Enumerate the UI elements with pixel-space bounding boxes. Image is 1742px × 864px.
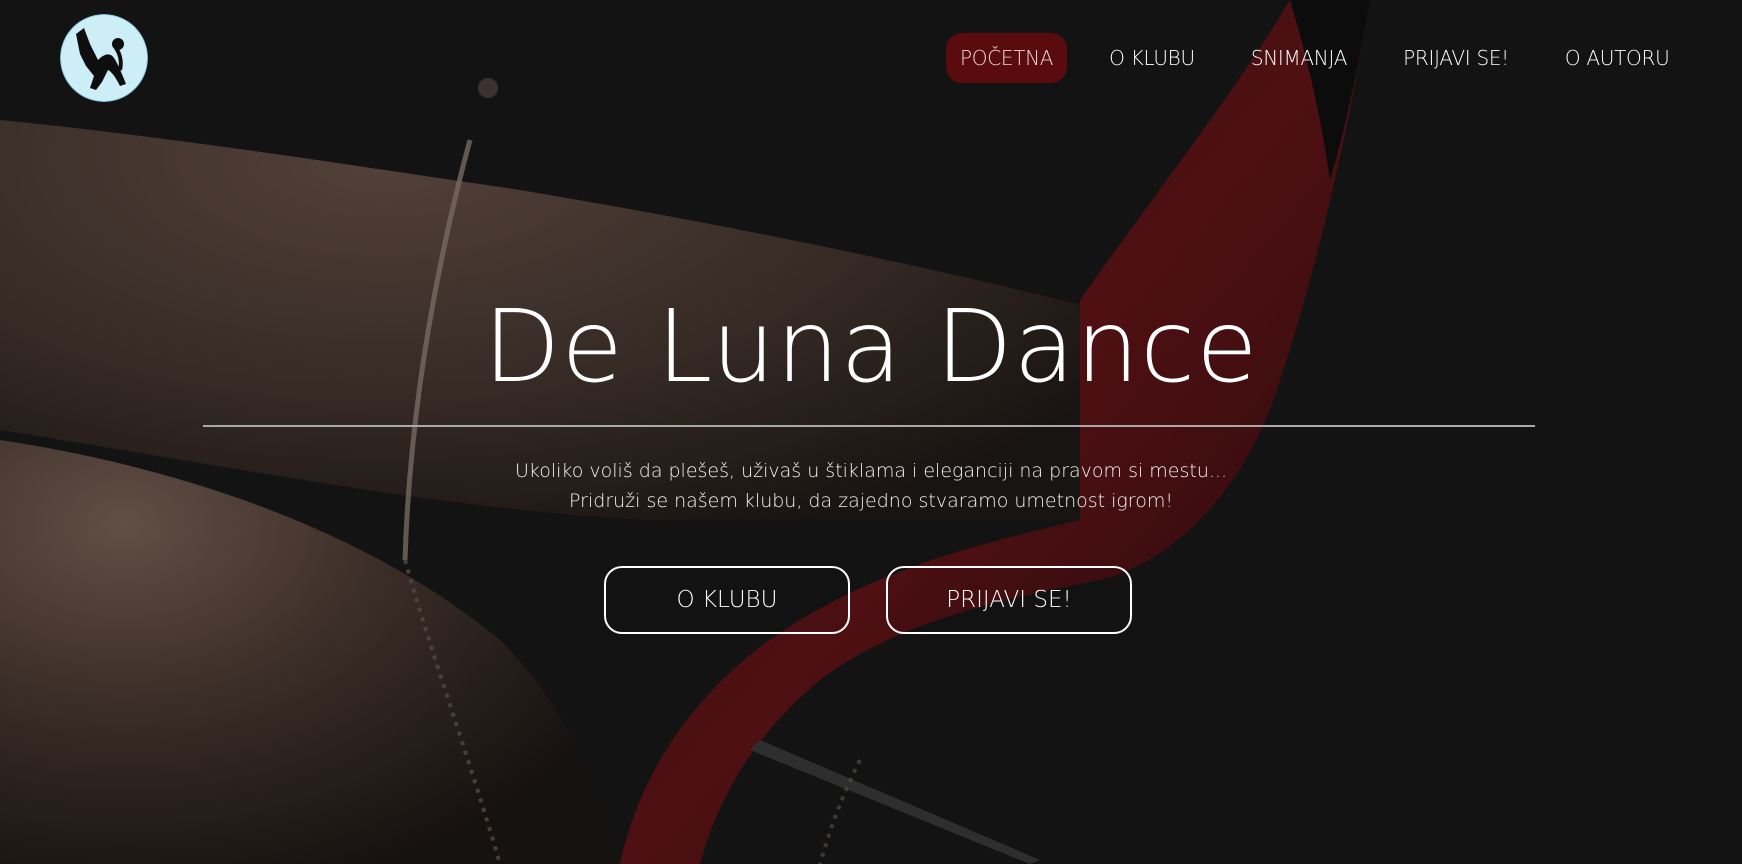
main-nav: POČETNA O KLUBU SNIMANJA PRIJAVI SE! O A…	[946, 33, 1683, 83]
club-logo[interactable]	[60, 14, 148, 102]
hero-divider	[203, 425, 1535, 427]
nav-item-prijavi-se[interactable]: PRIJAVI SE!	[1389, 33, 1523, 83]
dark-overlay	[0, 0, 1742, 864]
hero-tagline-line2: Pridruži se našem klubu, da zajedno stva…	[569, 490, 1173, 512]
hero-title: De Luna Dance	[483, 288, 1259, 405]
prijavi-se-button[interactable]: PRIJAVI SE!	[886, 566, 1132, 634]
dancer-silhouette-moon-icon	[60, 14, 148, 102]
nav-item-o-klubu[interactable]: O KLUBU	[1095, 33, 1209, 83]
nav-item-snimanja[interactable]: SNIMANJA	[1237, 33, 1361, 83]
nav-item-o-autoru[interactable]: O AUTORU	[1551, 33, 1684, 83]
hero-section	[0, 0, 1742, 864]
o-klubu-button[interactable]: O KLUBU	[604, 566, 850, 634]
hero-tagline-line1: Ukoliko voliš da plešeš, uživaš u štikla…	[514, 460, 1228, 482]
nav-item-pocetna[interactable]: POČETNA	[946, 33, 1068, 83]
